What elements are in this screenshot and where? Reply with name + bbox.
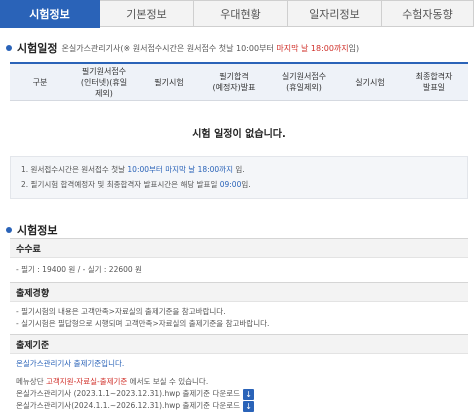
- tab-examinee-trend[interactable]: 수험자동향: [382, 0, 474, 27]
- note-1: 1. 원서접수시간은 원서접수 첫날 10:00부터 마지막 날 18:00까지…: [21, 165, 245, 174]
- schedule-table-header: 구분 필기원서접수 (인터넷)(휴일 제외) 필기시험 필기합격 (예정자)발표…: [10, 64, 468, 101]
- fee-title: 수수료: [10, 238, 468, 258]
- col-written-pass: 필기합격 (예정자)발표: [212, 72, 256, 92]
- col-category: 구분: [32, 77, 48, 87]
- tab-preference[interactable]: 우대현황: [194, 0, 288, 27]
- trend-line-2: - 실기시험은 필답형으로 시행되며 고객만족>자료실의 출제기준을 참고바랍니…: [16, 319, 270, 328]
- criteria-menu-text: 메뉴상단 고객지원-자료실-출제기준 에서도 보실 수 있습니다.: [16, 377, 209, 386]
- trend-title: 출제경향: [10, 282, 468, 302]
- criteria-section: 출제기준 온실가스관리기사 출제기준입니다. 메뉴상단 고객지원-자료실-출제기…: [10, 334, 468, 416]
- bullet-icon: [6, 227, 12, 233]
- exam-info-title: 시험정보: [17, 224, 58, 237]
- col-written-exam: 필기시험: [154, 77, 184, 87]
- criteria-link[interactable]: 온실가스관리기사 출제기준입니다.: [16, 358, 462, 370]
- schedule-table-body: 시험 일정이 없습니다.: [10, 101, 468, 164]
- tab-basic-info[interactable]: 기본정보: [100, 0, 194, 27]
- download-icon[interactable]: ↓: [243, 400, 255, 412]
- col-final-announcement: 최종합격자 발표일: [415, 72, 453, 92]
- trend-section: 출제경향 - 필기시험의 내용은 고객만족>자료실의 출제기준을 참고바랍니다.…: [10, 282, 468, 334]
- schedule-empty-message: 시험 일정이 없습니다.: [192, 128, 286, 140]
- criteria-menu-link[interactable]: 고객지원-자료실-출제기준: [46, 377, 127, 386]
- tab-exam-info[interactable]: 시험정보: [0, 0, 100, 28]
- col-practical-exam: 실기시험: [355, 77, 385, 87]
- schedule-title: 시험일정: [17, 42, 58, 55]
- schedule-heading: 시험일정 온실가스관리기사(※ 원서접수시간은 원서접수 첫날 10:00부터 …: [6, 40, 359, 56]
- fee-text: - 필기 : 19400 원 / - 실기 : 22600 원: [16, 265, 142, 274]
- fee-section: 수수료 - 필기 : 19400 원 / - 실기 : 22600 원: [10, 238, 468, 282]
- schedule-notes: 1. 원서접수시간은 원서접수 첫날 10:00부터 마지막 날 18:00까지…: [10, 156, 468, 199]
- tab-job-info[interactable]: 일자리정보: [288, 0, 382, 27]
- col-practical-application: 실기원서접수 (휴일제외): [281, 72, 327, 92]
- criteria-file-2[interactable]: 온실가스관리기사(2024.1.1.~2026.12.31).hwp 출제기준 …: [16, 400, 462, 412]
- tab-bar: 시험정보 기본정보 우대현황 일자리정보 수험자동향: [0, 0, 474, 28]
- exam-info-heading: 시험정보: [6, 222, 57, 238]
- schedule-subtitle: 온실가스관리기사(※ 원서접수시간은 원서접수 첫날 10:00부터 마지막 날…: [61, 43, 360, 53]
- note-2: 2. 필기시험 합격예정자 및 최종합격자 발표시간은 해당 발표일 09:00…: [21, 180, 251, 189]
- col-written-application: 필기원서접수 (인터넷)(휴일 제외): [80, 66, 128, 98]
- bullet-icon: [6, 45, 12, 51]
- schedule-table: 구분 필기원서접수 (인터넷)(휴일 제외) 필기시험 필기합격 (예정자)발표…: [10, 62, 468, 164]
- download-icon[interactable]: ↓: [243, 388, 255, 400]
- trend-line-1: - 필기시험의 내용은 고객만족>자료실의 출제기준을 참고바랍니다.: [16, 307, 226, 316]
- criteria-file-1[interactable]: 온실가스관리기사 (2023.1.1~2023.12.31).hwp 출제기준 …: [16, 388, 462, 400]
- criteria-title: 출제기준: [10, 334, 468, 354]
